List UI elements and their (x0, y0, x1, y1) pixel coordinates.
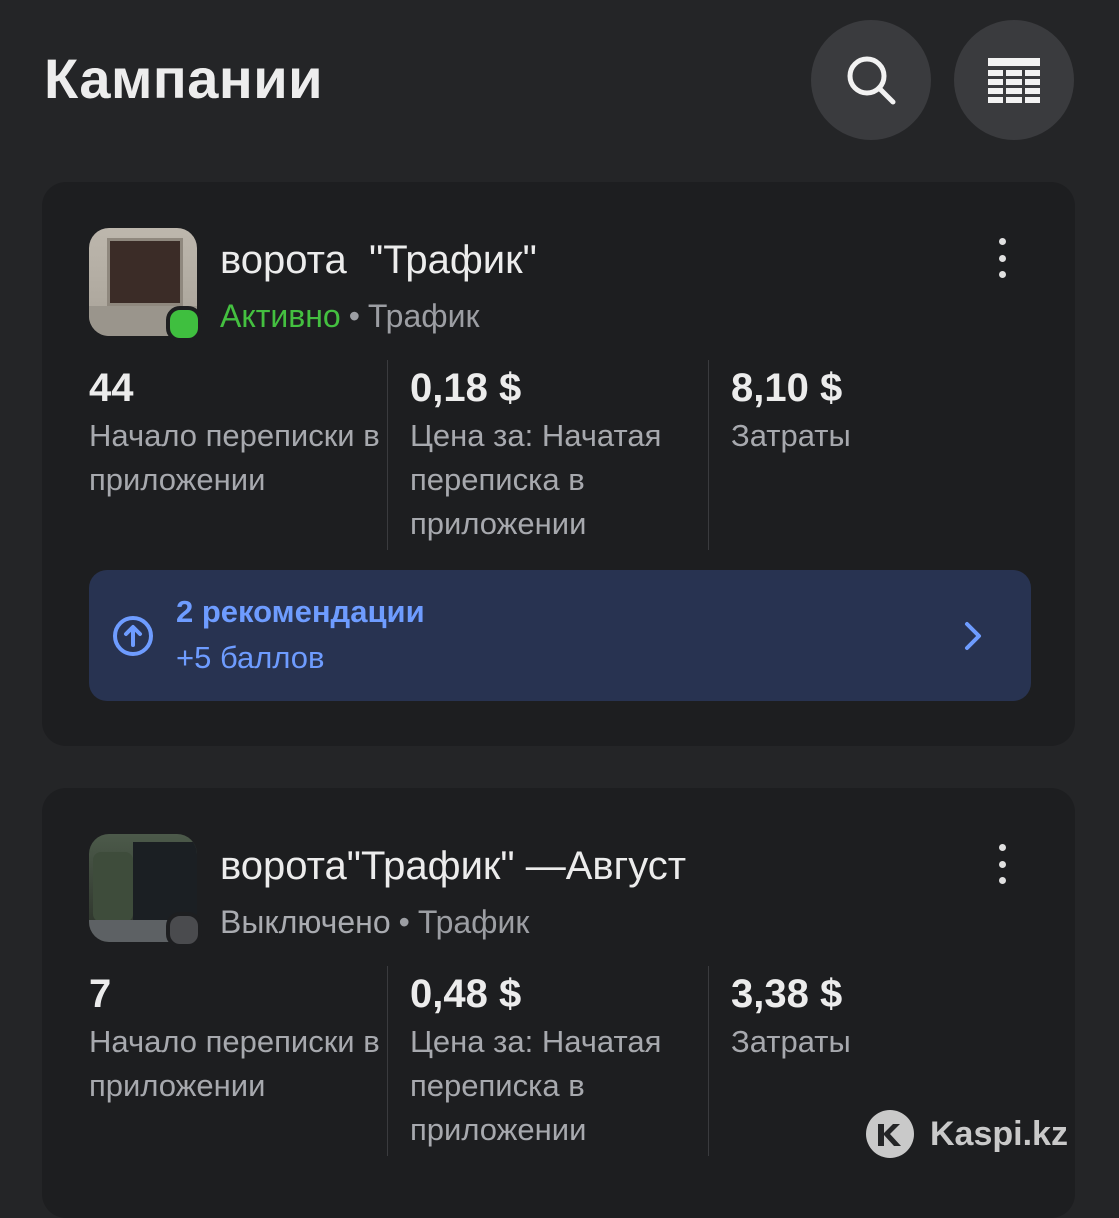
header: Кампании (0, 0, 1119, 170)
metric-label: Начало переписки в приложении (89, 1024, 380, 1103)
metric-spend: 8,10 $ Затраты (708, 360, 1008, 550)
recommendations-banner[interactable]: 2 рекомендации +5 баллов (89, 570, 1031, 701)
metric-value: 0,18 $ (410, 366, 522, 410)
metric-cost-per-result: 0,18 $ Цена за: Начатая переписка в прил… (387, 360, 707, 550)
recommendations-title: 2 рекомендации (176, 594, 425, 629)
metric-cost-per-result: 0,48 $ Цена за: Начатая переписка в прил… (387, 966, 707, 1156)
campaign-subtitle: Выключено • Трафик (220, 904, 529, 941)
recommendations-points: +5 баллов (176, 640, 325, 675)
campaign-status: Выключено (220, 904, 391, 940)
watermark-text: Kaspi.kz (930, 1114, 1068, 1153)
metric-value: 7 (89, 972, 112, 1016)
metric-label: Цена за: Начатая переписка в приложении (410, 1024, 662, 1147)
campaign-objective: Трафик (417, 904, 530, 940)
status-indicator (166, 912, 202, 948)
metric-value: 3,38 $ (731, 972, 843, 1016)
metric-value: 8,10 $ (731, 366, 843, 410)
campaign-name[interactable]: ворота"Трафик" —Август (220, 844, 686, 889)
more-options-icon[interactable] (987, 844, 1017, 884)
status-indicator (166, 306, 202, 342)
metric-results: 7 Начало переписки в приложении (89, 966, 387, 1156)
metric-results: 44 Начало переписки в приложении (89, 360, 387, 550)
kaspi-logo-icon (866, 1110, 914, 1158)
chevron-right-icon (965, 622, 981, 650)
table-columns-icon (988, 58, 1040, 103)
separator-dot: • (398, 904, 410, 940)
metric-label: Затраты (731, 418, 851, 453)
metric-value: 44 (89, 366, 134, 410)
search-icon (847, 56, 896, 105)
more-options-icon[interactable] (987, 238, 1017, 278)
search-button[interactable] (811, 20, 931, 140)
metric-value: 0,48 $ (410, 972, 522, 1016)
campaign-card[interactable]: ворота "Трафик" Активно • Трафик 44 Начало… (42, 182, 1075, 746)
campaign-subtitle: Активно • Трафик (220, 298, 479, 335)
metrics-row: 44 Начало переписки в приложении 0,18 $ … (89, 360, 1029, 550)
watermark: Kaspi.kz (864, 1108, 1068, 1160)
campaign-objective: Трафик (367, 298, 480, 334)
metric-label: Затраты (731, 1024, 851, 1059)
campaign-name[interactable]: ворота "Трафик" (220, 238, 537, 283)
metric-label: Начало переписки в приложении (89, 418, 380, 497)
separator-dot: • (348, 298, 360, 334)
campaign-status: Активно (220, 298, 341, 334)
page-title: Кампании (44, 47, 324, 110)
metric-label: Цена за: Начатая переписка в приложении (410, 418, 662, 541)
arrow-up-circle-icon (113, 616, 153, 656)
table-columns-button[interactable] (954, 20, 1074, 140)
